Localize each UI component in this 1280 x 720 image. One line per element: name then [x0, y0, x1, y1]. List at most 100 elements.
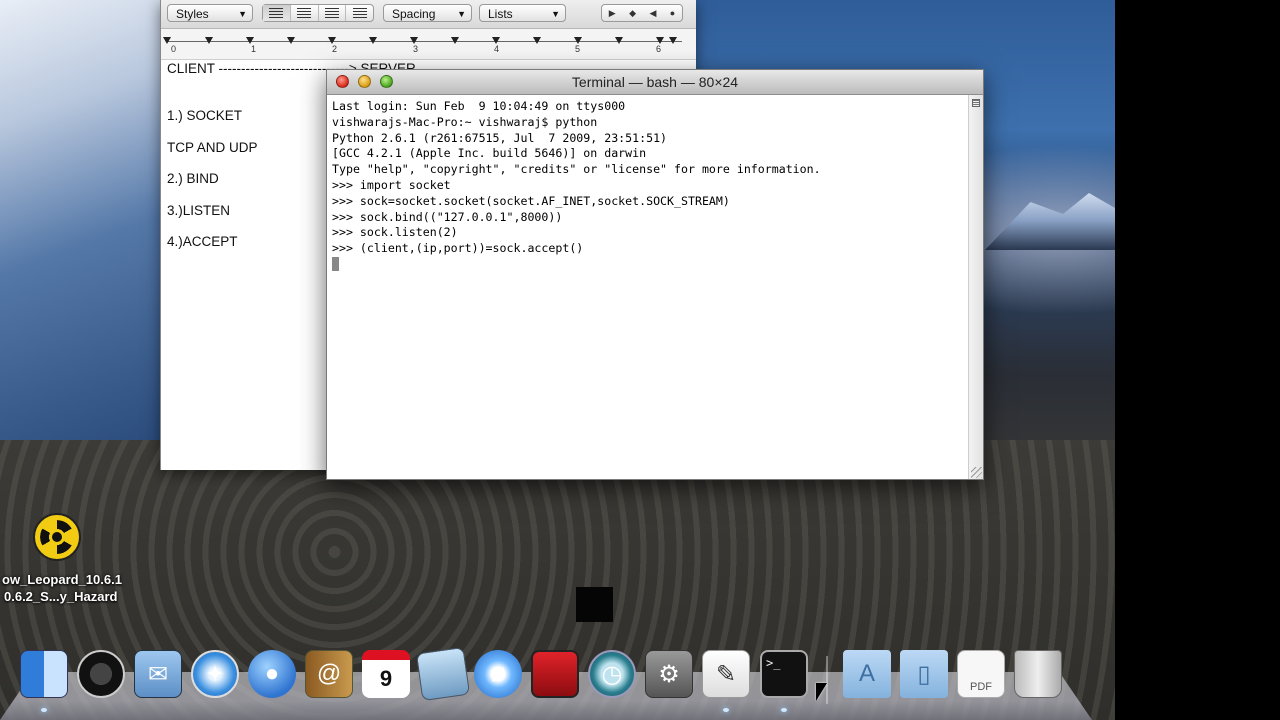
doc-line: TCP AND UDP — [167, 140, 258, 155]
styles-label: Styles — [176, 7, 209, 21]
doc-line: 3.)LISTEN — [167, 203, 231, 218]
pdf-document-icon[interactable]: PDF — [957, 650, 1005, 698]
ichat-icon[interactable]: ● — [248, 650, 296, 698]
align-justify-icon — [324, 8, 339, 18]
tab-stop-controls: ▶ ◆ ◀ ● — [601, 4, 683, 22]
system-preferences-icon[interactable]: ⚙ — [645, 650, 693, 698]
desktop-icon-label[interactable]: ow_Leopard_10.6.1 — [2, 572, 122, 587]
minimize-button[interactable] — [358, 75, 371, 88]
doc-line: 1.) SOCKET — [167, 108, 243, 123]
ruler-number: 0 — [171, 44, 177, 54]
ical-day: 9 — [379, 666, 393, 691]
running-indicator — [41, 708, 47, 712]
tab-stop[interactable] — [205, 37, 213, 44]
address-book-icon[interactable]: @ — [305, 650, 353, 698]
right-margin-marker[interactable] — [669, 37, 677, 44]
right-tab-icon[interactable]: ◀ — [649, 8, 656, 19]
align-right-icon — [352, 8, 367, 18]
ruler-indent-marker[interactable] — [163, 37, 171, 44]
ruler[interactable]: 0 1 2 3 4 5 6 — [161, 29, 696, 60]
tab-stop[interactable] — [574, 37, 582, 44]
center-tab-icon[interactable]: ◆ — [629, 8, 636, 19]
dashboard-icon[interactable] — [77, 650, 125, 698]
ruler-number: 5 — [575, 44, 581, 54]
ruler-number: 4 — [494, 44, 500, 54]
terminal-title: Terminal — bash — 80×24 — [571, 74, 739, 90]
tab-stop[interactable] — [492, 37, 500, 44]
tab-stop[interactable] — [369, 37, 377, 44]
time-machine-icon[interactable]: ◷ — [588, 650, 636, 698]
terminal-cursor — [332, 257, 339, 272]
split-pane-icon[interactable] — [972, 99, 980, 107]
terminal-line: >>> sock.bind(("127.0.0.1",8000)) — [332, 209, 563, 224]
desktop-wallpaper: Styles ▼ Spacing ▼ Lists ▼ ▶ ◆ ◀ ● 0 1 2… — [0, 0, 1115, 720]
terminal-line: Python 2.6.1 (r261:67515, Jul 7 2009, 23… — [332, 130, 668, 145]
lists-label: Lists — [488, 7, 513, 21]
alignment-segmented-control — [262, 4, 374, 22]
ical-icon[interactable]: 9 — [362, 650, 410, 698]
terminal-scrollbar[interactable] — [968, 95, 983, 479]
resize-grip-icon[interactable] — [971, 467, 982, 478]
align-justify-button[interactable] — [319, 5, 347, 21]
tab-stop[interactable] — [656, 37, 664, 44]
terminal-output[interactable]: Last login: Sun Feb 9 10:04:49 on ttys00… — [327, 95, 969, 479]
ruler-number: 3 — [413, 44, 419, 54]
tab-stop[interactable] — [410, 37, 418, 44]
tab-stop[interactable] — [451, 37, 459, 44]
wallpaper-mountain — [0, 0, 160, 440]
left-tab-icon[interactable]: ▶ — [609, 8, 616, 19]
tab-stop[interactable] — [533, 37, 541, 44]
black-border — [1115, 0, 1280, 720]
iphoto-icon[interactable] — [415, 646, 471, 702]
terminal-window: Terminal — bash — 80×24 Last login: Sun … — [326, 69, 984, 480]
terminal-line: [GCC 4.2.1 (Apple Inc. build 5646)] on d… — [332, 146, 647, 161]
terminal-line: vishwarajs-Mac-Pro:~ vishwaraj$ python — [332, 114, 598, 129]
desktop-icon-label[interactable]: 0.6.2_S...y_Hazard — [4, 589, 117, 604]
spacing-label: Spacing — [392, 7, 436, 21]
ruler-number: 6 — [656, 44, 662, 54]
tab-stop[interactable] — [328, 37, 336, 44]
align-center-button[interactable] — [291, 5, 319, 21]
align-center-icon — [297, 8, 312, 18]
spacing-popup[interactable]: Spacing ▼ — [383, 4, 472, 22]
terminal-line: >>> import socket — [332, 177, 451, 192]
chevron-down-icon: ▼ — [551, 9, 560, 19]
tab-stop[interactable] — [246, 37, 254, 44]
terminal-line: >>> sock.listen(2) — [332, 225, 458, 240]
black-square — [576, 587, 613, 622]
decimal-tab-icon[interactable]: ● — [670, 8, 675, 18]
terminal-icon[interactable]: >_ — [760, 650, 808, 698]
tab-stop[interactable] — [287, 37, 295, 44]
itunes-icon[interactable]: ♫ — [474, 650, 522, 698]
zoom-button[interactable] — [380, 75, 393, 88]
align-left-icon — [269, 8, 284, 18]
align-left-button[interactable] — [263, 5, 291, 21]
wallpaper-distant-mountain — [985, 193, 1115, 250]
terminal-line: >>> sock=socket.socket(socket.AF_INET,so… — [332, 193, 730, 208]
ruler-baseline — [167, 41, 682, 42]
doc-line: 4.)ACCEPT — [167, 234, 238, 249]
mail-icon[interactable]: ✉ — [134, 650, 182, 698]
textedit-icon[interactable]: ✎ — [702, 650, 750, 698]
safari-icon[interactable]: ✦ — [191, 650, 239, 698]
running-indicator — [723, 708, 729, 712]
chevron-down-icon: ▼ — [457, 9, 466, 19]
running-indicator — [781, 708, 787, 712]
front-row-icon[interactable] — [531, 650, 579, 698]
trash-icon[interactable] — [1014, 650, 1062, 698]
radiation-hazard-icon[interactable] — [33, 513, 81, 561]
styles-popup[interactable]: Styles ▼ — [167, 4, 253, 22]
chevron-down-icon: ▼ — [238, 9, 247, 19]
terminal-prompt: >_ — [766, 656, 781, 670]
tab-stop[interactable] — [615, 37, 623, 44]
documents-folder-icon[interactable]: ▯ — [900, 650, 948, 698]
applications-folder-icon[interactable]: A — [843, 650, 891, 698]
ruler-number: 1 — [251, 44, 257, 54]
lists-popup[interactable]: Lists ▼ — [479, 4, 566, 22]
close-button[interactable] — [336, 75, 349, 88]
terminal-line: >>> (client,(ip,port))=sock.accept() — [332, 241, 584, 256]
doc-line: 2.) BIND — [167, 171, 219, 186]
terminal-titlebar[interactable]: Terminal — bash — 80×24 — [327, 70, 983, 95]
align-right-button[interactable] — [346, 5, 373, 21]
finder-icon[interactable] — [20, 650, 68, 698]
